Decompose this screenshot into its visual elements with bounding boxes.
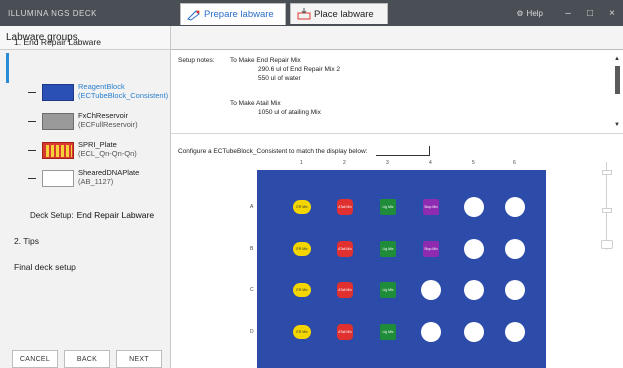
green-reagent-tube[interactable]: Lig Mix [380, 324, 396, 340]
labware-item-reagentblock[interactable]: ReagentBlock (ECTubeBlock_Consistent) [28, 82, 168, 101]
yellow-reagent-tube[interactable]: ER Mix [293, 325, 311, 339]
yellow-reagent-tube[interactable]: ER Mix [293, 283, 311, 297]
empty-well[interactable] [505, 280, 525, 300]
labware-groups-panel: Labware groups [0, 26, 171, 368]
labware-name: SPRI_Plate [78, 140, 117, 149]
back-button[interactable]: BACK [64, 350, 110, 368]
labware-item-spri-plate[interactable]: SPRI_Plate (ECL_Qn-Qn-Qn) [28, 140, 137, 159]
setup-notes: Setup notes: To Make End Repair Mix 290.… [178, 57, 608, 127]
column-label: 2 [343, 160, 346, 166]
help-button[interactable]: ⚙ Help [516, 9, 543, 18]
spri-plate-thumbnail [42, 142, 74, 159]
labware-type: (ECTubeBlock_Consistent) [78, 91, 169, 100]
tab-bar [171, 26, 623, 50]
step-tips[interactable]: 2. Tips [14, 236, 39, 246]
yellow-reagent-tube[interactable]: ER Mix [293, 200, 311, 214]
notes-scrollbar[interactable]: ▲ ▼ [613, 56, 623, 132]
user-icon: ⚙ [516, 8, 524, 18]
configure-instructions: Configure a ECTubeBlock_Consistent to ma… [178, 148, 368, 155]
column-label: 4 [429, 160, 432, 166]
column-label: 3 [386, 160, 389, 166]
red-reagent-tube[interactable]: ATail Mix [337, 282, 353, 298]
labware-type: (ECFullReservoir) [78, 120, 138, 129]
empty-well[interactable] [464, 280, 484, 300]
note-line: 1050 ul of atailing Mix [258, 109, 321, 116]
note-line: To Make End Repair Mix [230, 57, 301, 64]
tab-label: Prepare labware [204, 9, 274, 20]
empty-well[interactable] [505, 239, 525, 259]
empty-well[interactable] [464, 197, 484, 217]
step-final-deck-setup[interactable]: Final deck setup [14, 262, 76, 272]
labware-item-fxchreservoir[interactable]: FxChReservoir (ECFullReservoir) [28, 111, 138, 130]
purple-reagent-tube[interactable]: Stop Mix [423, 199, 439, 215]
note-line: 290.6 ul of End Repair Mix 2 [258, 66, 341, 73]
red-reagent-tube[interactable]: ATail Mix [337, 241, 353, 257]
empty-well[interactable] [421, 280, 441, 300]
row-label: A [250, 204, 254, 210]
column-label: 1 [300, 160, 303, 166]
red-reagent-tube[interactable]: ATail Mix [337, 324, 353, 340]
step-end-repair-labware[interactable]: 1. End Repair Labware [14, 37, 101, 47]
empty-well[interactable] [464, 239, 484, 259]
labware-type: (ECL_Qn-Qn-Qn) [78, 149, 137, 158]
empty-well[interactable] [505, 322, 525, 342]
deck-setup-label: Deck Setup: End Repair Labware [30, 210, 155, 220]
pipette-icon [187, 9, 200, 21]
red-reagent-tube[interactable]: ATail Mix [337, 199, 353, 215]
dna-plate-thumbnail [42, 170, 74, 187]
column-label: 5 [472, 160, 475, 166]
reagent-block-thumbnail [42, 84, 74, 101]
zoom-handle[interactable] [602, 208, 612, 213]
selection-indicator [6, 53, 9, 83]
tab-label: Place labware [314, 8, 374, 20]
close-button[interactable]: × [601, 8, 623, 19]
labware-type: (AB_1127) [78, 177, 114, 186]
note-line: 550 ul of water [258, 75, 301, 82]
zoom-in-handle[interactable] [602, 170, 612, 175]
empty-well[interactable] [464, 322, 484, 342]
empty-well[interactable] [505, 197, 525, 217]
zoom-slider[interactable] [598, 162, 616, 252]
tab-place-labware[interactable]: Place labware [290, 3, 388, 24]
note-line: To Make Atail Mix [230, 100, 281, 107]
tab-prepare-labware[interactable]: Prepare labware [180, 3, 286, 25]
scrollbar-thumb[interactable] [615, 66, 620, 94]
row-label: B [250, 246, 254, 252]
green-reagent-tube[interactable]: Lig Mix [380, 199, 396, 215]
row-label: C [250, 287, 254, 293]
purple-reagent-tube[interactable]: Stop Mix [423, 241, 439, 257]
cancel-button[interactable]: CANCEL [12, 350, 58, 368]
zoom-out-handle[interactable] [601, 240, 613, 249]
column-label: 6 [513, 160, 516, 166]
scroll-down-icon[interactable]: ▼ [614, 122, 620, 128]
configure-indicator [376, 146, 430, 156]
help-label: Help [526, 8, 543, 18]
yellow-reagent-tube[interactable]: ER Mix [293, 242, 311, 256]
green-reagent-tube[interactable]: Lig Mix [380, 241, 396, 257]
labware-name: ReagentBlock [78, 82, 125, 91]
setup-notes-label: Setup notes: [178, 57, 215, 64]
scroll-up-icon[interactable]: ▲ [614, 56, 620, 62]
place-labware-icon [297, 8, 311, 20]
labware-name: FxChReservoir [78, 111, 129, 120]
minimize-button[interactable]: – [557, 8, 579, 19]
row-label: D [250, 329, 254, 335]
reservoir-thumbnail [42, 113, 74, 130]
labware-item-sheareddnaplate[interactable]: ShearedDNAPlate (AB_1127) [28, 168, 139, 187]
labware-name: ShearedDNAPlate [78, 168, 140, 177]
green-reagent-tube[interactable]: Lig Mix [380, 282, 396, 298]
deck-setup-value: End Repair Labware [76, 210, 155, 220]
maximize-button[interactable]: □ [579, 8, 601, 19]
empty-well[interactable] [421, 322, 441, 342]
next-button[interactable]: NEXT [116, 350, 162, 368]
